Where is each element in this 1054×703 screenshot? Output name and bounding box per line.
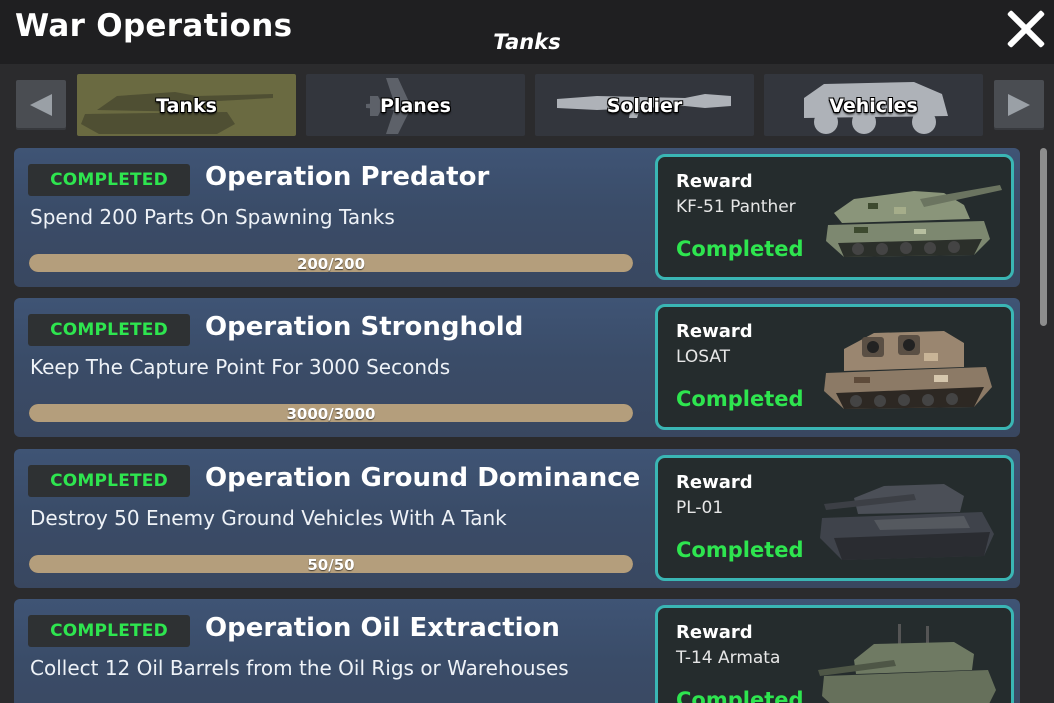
status-badge: COMPLETED <box>28 615 190 647</box>
status-badge: COMPLETED <box>28 465 190 497</box>
operation-title: Operation Stronghold <box>205 312 524 342</box>
operation-title: Operation Predator <box>205 162 490 192</box>
tab-label: Tanks <box>156 95 217 117</box>
reward-panel[interactable]: Reward KF-51 Panther Completed <box>655 154 1014 280</box>
progress-bar: 200/200 <box>29 254 633 272</box>
operation-title: Operation Ground Dominance <box>205 463 641 493</box>
tab-label: Planes <box>380 95 451 117</box>
reward-label: Reward <box>676 472 753 493</box>
operation-description: Collect 12 Oil Barrels from the Oil Rigs… <box>30 656 569 680</box>
operation-description: Destroy 50 Enemy Ground Vehicles With A … <box>30 506 507 530</box>
tab-vehicles[interactable]: Vehicles <box>764 74 983 136</box>
reward-item-name: PL-01 <box>676 498 724 518</box>
arrow-right-icon <box>1008 94 1030 116</box>
status-badge: COMPLETED <box>28 314 190 346</box>
reward-label: Reward <box>676 171 753 192</box>
reward-label: Reward <box>676 622 753 643</box>
tank-image <box>826 185 1002 257</box>
reward-item-name: KF-51 Panther <box>676 197 796 217</box>
operation-description: Spend 200 Parts On Spawning Tanks <box>30 205 395 229</box>
reward-status: Completed <box>676 688 804 703</box>
tab-label: Vehicles <box>829 95 918 117</box>
reward-status: Completed <box>676 237 804 261</box>
prev-arrow-button[interactable] <box>16 80 66 130</box>
arrow-left-icon <box>30 94 52 116</box>
header-bar: War Operations Tanks <box>0 0 1054 64</box>
reward-status: Completed <box>676 538 804 562</box>
status-badge: COMPLETED <box>28 164 190 196</box>
operation-description: Keep The Capture Point For 3000 Seconds <box>30 355 451 379</box>
progress-text: 3000/3000 <box>286 405 376 422</box>
progress-bar: 50/50 <box>29 555 633 573</box>
category-tabs: Tanks Planes Soldier Vehicles <box>0 74 1054 136</box>
tank-image <box>820 484 994 560</box>
reward-panel[interactable]: Reward PL-01 Completed <box>655 455 1014 581</box>
reward-item-name: T-14 Armata <box>676 648 781 668</box>
tab-planes[interactable]: Planes <box>306 74 525 136</box>
reward-status: Completed <box>676 387 804 411</box>
next-arrow-button[interactable] <box>994 80 1044 130</box>
tank-image <box>824 331 992 409</box>
tank-image <box>818 624 996 703</box>
tab-soldier[interactable]: Soldier <box>535 74 754 136</box>
operation-card[interactable]: COMPLETED Operation Stronghold Keep The … <box>14 298 1020 437</box>
progress-text: 50/50 <box>307 556 355 573</box>
reward-item-name: LOSAT <box>676 347 731 367</box>
category-subtitle: Tanks <box>493 30 561 54</box>
operation-card[interactable]: COMPLETED Operation Oil Extraction Colle… <box>14 599 1020 703</box>
tab-label: Soldier <box>606 95 683 117</box>
progress-text: 200/200 <box>296 255 366 272</box>
reward-panel[interactable]: Reward T-14 Armata Completed <box>655 605 1014 703</box>
operation-card[interactable]: COMPLETED Operation Ground Dominance Des… <box>14 449 1020 588</box>
operation-title: Operation Oil Extraction <box>205 613 560 643</box>
scrollbar[interactable] <box>1040 148 1047 326</box>
reward-label: Reward <box>676 321 753 342</box>
operation-card[interactable]: COMPLETED Operation Predator Spend 200 P… <box>14 148 1020 287</box>
reward-panel[interactable]: Reward LOSAT Completed <box>655 304 1014 430</box>
tab-tanks[interactable]: Tanks <box>77 74 296 136</box>
progress-bar: 3000/3000 <box>29 404 633 422</box>
operations-list[interactable]: COMPLETED Operation Predator Spend 200 P… <box>14 148 1020 703</box>
close-icon[interactable] <box>1004 8 1048 52</box>
